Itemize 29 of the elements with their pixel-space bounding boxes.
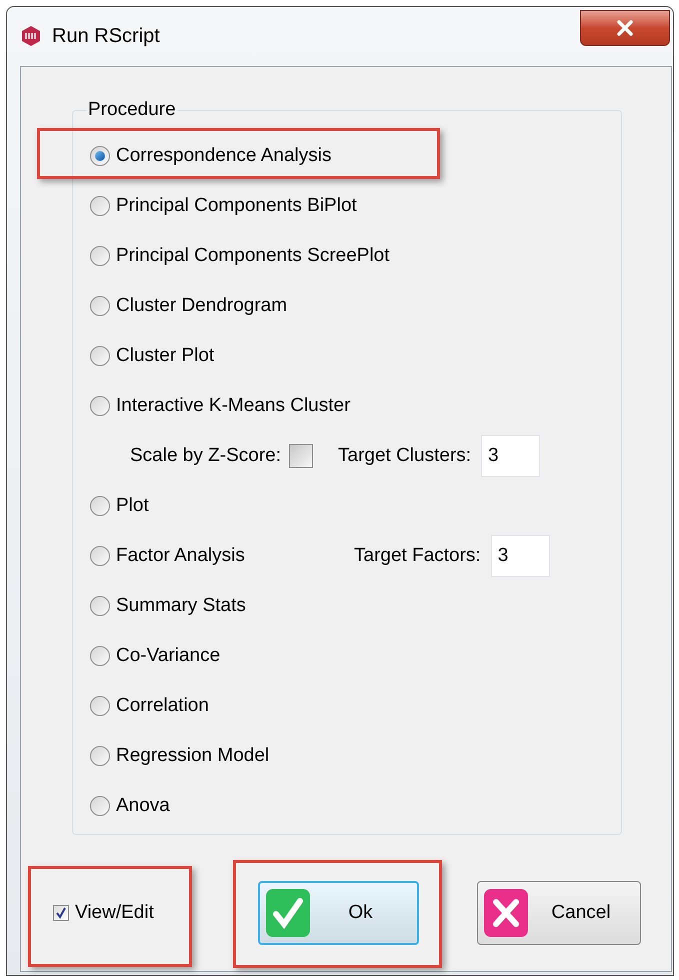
radio-label: Anova [116, 794, 171, 818]
field-label: Target Clusters: [338, 444, 472, 468]
radio-label: Co-Variance [116, 644, 222, 668]
input-field[interactable]: 3 [490, 535, 550, 577]
radio-label: Correlation [116, 694, 210, 718]
ok-button[interactable]: Ok [258, 881, 419, 945]
close-icon [616, 20, 634, 36]
close-button[interactable] [580, 10, 670, 46]
cancel-button[interactable]: Cancel [477, 881, 641, 945]
check-icon [266, 889, 310, 937]
checkbox-label: View/Edit [75, 900, 154, 925]
radio-label: Cluster Plot [116, 344, 216, 368]
radio-label: Principal Components BiPlot [116, 194, 357, 218]
app-logo-icon [20, 25, 42, 47]
radio-label: Regression Model [116, 744, 270, 768]
input-field[interactable]: 3 [481, 435, 540, 477]
radio-label: Interactive K-Means Cluster [116, 394, 352, 418]
close-icon [484, 889, 528, 937]
radio-label: Cluster Dendrogram [116, 294, 288, 318]
radio-label: Factor Analysis [116, 544, 246, 568]
radio-label: Principal Components ScreePlot [116, 244, 390, 268]
checkbox-label: Scale by Z-Score: [130, 444, 281, 468]
checkbox[interactable] [53, 905, 69, 921]
checkbox[interactable] [289, 444, 313, 468]
radio-label: Correspondence Analysis [116, 144, 332, 168]
field-label: Target Factors: [354, 544, 481, 568]
window-title: Run RScript [52, 24, 160, 49]
radio-label: Plot [116, 494, 150, 518]
radio-label: Summary Stats [116, 594, 247, 618]
